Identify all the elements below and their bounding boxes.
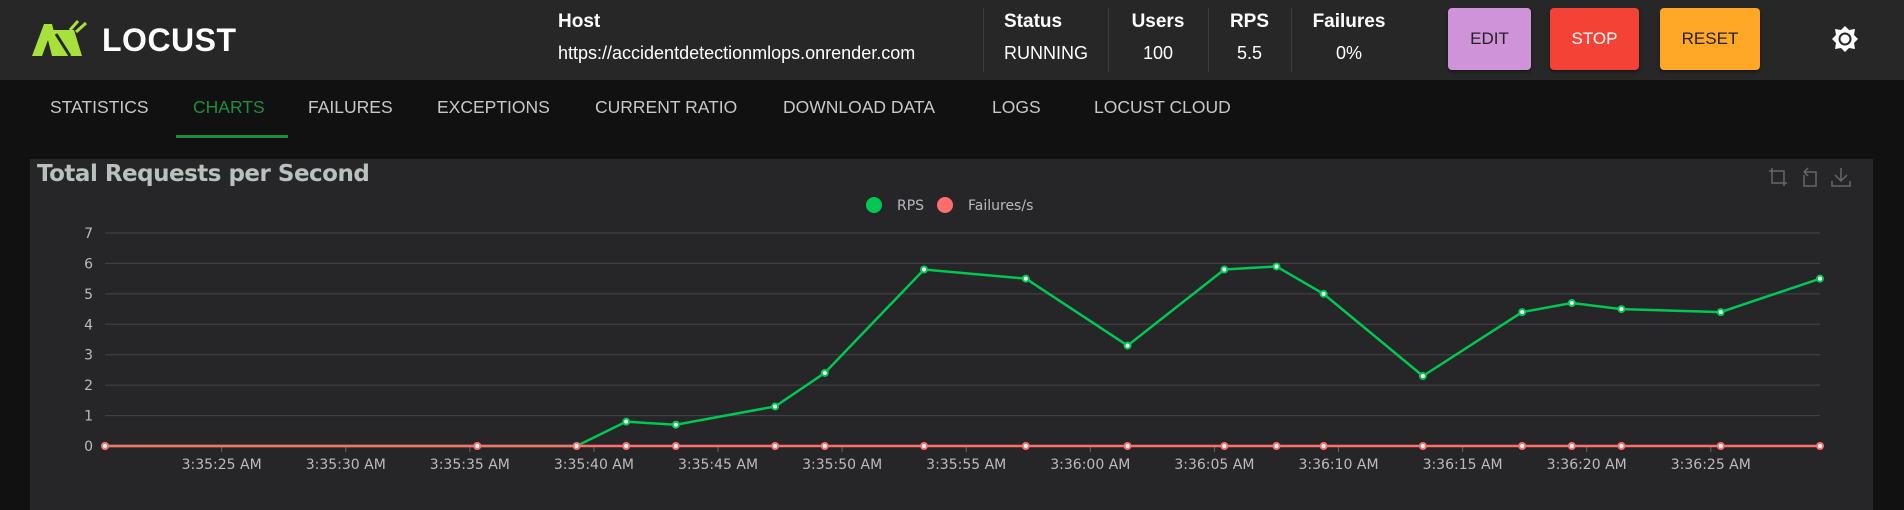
data-point <box>671 420 680 429</box>
data-point <box>1716 442 1725 450</box>
x-tick-label: 3:36:00 AM <box>1050 457 1130 473</box>
data-point <box>1319 442 1328 450</box>
data-point <box>771 402 780 411</box>
rps-chart: 0 1 2 3 4 5 6 7 3:35:25 AM 3:35:30 AM 3:35:35 AM 3:… <box>84 197 1824 473</box>
x-tick-label: 3:35:30 AM <box>306 457 386 473</box>
data-point <box>1123 442 1132 450</box>
legend-failures-label: Failures/s <box>968 198 1033 214</box>
data-point <box>1518 308 1527 317</box>
x-tick-label: 3:36:10 AM <box>1298 457 1378 473</box>
data-point <box>622 417 631 426</box>
data-point <box>820 442 829 450</box>
data-point <box>820 368 829 377</box>
legend-rps-marker <box>866 197 882 213</box>
y-tick-label: 5 <box>84 287 93 303</box>
data-point <box>1418 442 1427 450</box>
data-point <box>1272 262 1281 271</box>
x-tick-label: 3:35:55 AM <box>926 457 1006 473</box>
legend-rps-label: RPS <box>897 198 924 214</box>
data-point <box>1021 442 1030 450</box>
y-tick-label: 7 <box>84 226 93 242</box>
data-point <box>1816 274 1824 283</box>
y-tick-label: 3 <box>84 348 93 364</box>
data-point <box>1418 372 1427 381</box>
data-point <box>1567 298 1576 307</box>
x-tick-label: 3:35:25 AM <box>182 457 262 473</box>
data-point <box>1021 274 1030 283</box>
y-tick-label: 2 <box>84 378 93 394</box>
y-tick-label: 1 <box>84 409 93 425</box>
data-point <box>473 442 482 450</box>
data-point <box>1716 308 1725 317</box>
x-tick-label: 3:36:20 AM <box>1547 457 1627 473</box>
data-point <box>920 442 929 450</box>
data-point <box>671 442 680 450</box>
data-point <box>1567 442 1576 450</box>
data-point <box>1272 442 1281 450</box>
y-tick-label: 6 <box>84 256 93 272</box>
data-point <box>1816 442 1824 450</box>
data-point <box>572 442 581 450</box>
x-tick-label: 3:35:50 AM <box>802 457 882 473</box>
data-point <box>920 265 929 274</box>
x-tick-label: 3:35:45 AM <box>678 457 758 473</box>
data-point <box>1617 442 1626 450</box>
x-tick-label: 3:35:40 AM <box>554 457 634 473</box>
data-point <box>1518 442 1527 450</box>
data-point <box>1319 289 1328 298</box>
x-tick-label: 3:35:35 AM <box>430 457 510 473</box>
x-tick-label: 3:36:05 AM <box>1174 457 1254 473</box>
data-point <box>771 442 780 450</box>
data-point <box>1123 341 1132 350</box>
data-point <box>1220 265 1229 274</box>
y-tick-label: 4 <box>84 317 93 333</box>
data-point <box>101 442 109 450</box>
x-tick-label: 3:36:15 AM <box>1423 457 1503 473</box>
legend-failures-marker <box>937 197 953 213</box>
data-point <box>622 442 631 450</box>
data-point <box>1220 442 1229 450</box>
y-tick-label: 0 <box>84 439 93 455</box>
data-point <box>1617 305 1626 314</box>
x-tick-label: 3:36:25 AM <box>1671 457 1751 473</box>
